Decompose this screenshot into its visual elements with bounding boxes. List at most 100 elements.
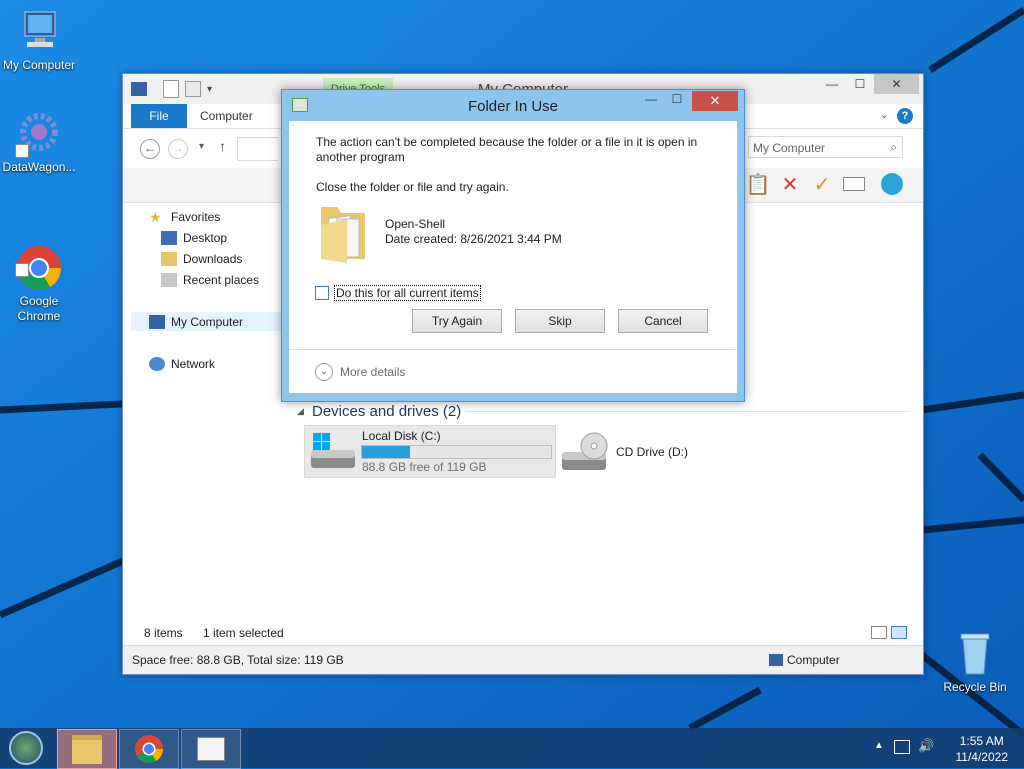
desktop-icon-google-chrome[interactable]: Google Chrome (0, 214, 78, 339)
desktop-icon-my-computer[interactable]: My Computer (0, 8, 78, 73)
shortcut-arrow-icon (15, 144, 29, 158)
maximize-button[interactable]: ☐ (664, 92, 690, 110)
dialog-divider (289, 349, 737, 350)
drive-usage-fill (362, 446, 410, 458)
minimize-button[interactable]: — (638, 92, 664, 110)
drive-tile-c[interactable]: Local Disk (C:) 88.8 GB free of 119 GB (304, 425, 556, 478)
downloads-icon (161, 252, 177, 266)
taskbar-google-chrome[interactable] (119, 729, 179, 769)
delete-icon[interactable]: ✕ (777, 171, 803, 197)
network-icon[interactable] (894, 740, 910, 754)
group-header-devices[interactable]: Devices and drives (2) (312, 403, 461, 420)
drive-free-space: 88.8 GB free of 119 GB (362, 460, 487, 474)
clock[interactable]: 1:55 AM 11/4/2022 (956, 733, 1009, 765)
address-bar[interactable] (237, 137, 278, 161)
nav-desktop[interactable]: Desktop (161, 229, 227, 247)
tiles-view-icon[interactable] (891, 626, 907, 639)
tab-computer[interactable]: Computer (200, 109, 253, 123)
apply-all-checkbox[interactable] (315, 286, 329, 300)
desktop-icon-label: DataWagon... (2, 160, 76, 174)
checkmark-icon[interactable]: ✓ (809, 171, 835, 197)
computer-icon (15, 8, 63, 56)
search-input[interactable]: My Computer (748, 136, 903, 158)
selected-count: 1 item selected (203, 626, 284, 640)
star-icon: ★ (149, 209, 162, 225)
rename-icon[interactable] (841, 171, 867, 197)
help-icon[interactable]: ? (897, 108, 913, 124)
taskbar-app-window[interactable] (181, 729, 241, 769)
desktop-icon-label: Google Chrome (17, 294, 61, 323)
forward-button[interactable]: → (168, 139, 188, 159)
clipboard-icon[interactable]: 📋 (745, 171, 771, 197)
item-info: Open-Shell Date created: 8/26/2021 3:44 … (385, 217, 562, 247)
dialog-message: The action can't be completed because th… (316, 135, 698, 164)
desktop-icon-label: My Computer (2, 58, 76, 72)
nav-network[interactable]: Network (149, 355, 215, 373)
group-divider (465, 411, 911, 412)
taskbar-file-explorer[interactable] (57, 729, 117, 769)
nav-my-computer[interactable]: My Computer (149, 313, 243, 331)
nav-label: My Computer (171, 315, 244, 329)
up-arrow-icon[interactable]: ↑ (219, 138, 226, 154)
desktop-icon (161, 231, 177, 245)
hard-drive-icon (309, 432, 357, 475)
maximize-button[interactable]: ☐ (846, 74, 874, 94)
recycle-bin-icon (951, 630, 999, 678)
clock-date: 11/4/2022 (955, 750, 1009, 764)
computer-icon (769, 654, 783, 666)
collapse-group-icon[interactable]: ◢ (297, 406, 304, 417)
nav-favorites[interactable]: ★ Favorites (149, 208, 220, 226)
item-date-created: Date created: 8/26/2021 3:44 PM (385, 232, 562, 246)
start-button[interactable] (0, 729, 52, 767)
window-controls: — ☐ ✕ (818, 74, 919, 94)
chevron-down-icon: ⌄ (315, 363, 333, 381)
tab-file[interactable]: File (131, 104, 187, 128)
computer-icon (149, 315, 165, 329)
folder-in-use-dialog[interactable]: Folder In Use — ☐ ✕ The action can't be … (281, 89, 745, 402)
chrome-icon (135, 735, 163, 763)
more-details-toggle[interactable]: ⌄ More details (315, 363, 405, 381)
minimize-button[interactable]: — (818, 74, 846, 94)
window-icon (197, 737, 225, 761)
try-again-button[interactable]: Try Again (412, 309, 502, 333)
taskbar: ▲ 🔊 1:55 AM 11/4/2022 (0, 728, 1024, 769)
item-count: 8 items (144, 626, 183, 640)
nav-downloads[interactable]: Downloads (161, 250, 242, 268)
nav-recent-places[interactable]: Recent places (161, 271, 259, 289)
desktop-icon-label: Recycle Bin (943, 680, 1007, 694)
cancel-button[interactable]: Cancel (618, 309, 708, 333)
search-icon[interactable]: ⌕ (890, 140, 897, 155)
volume-icon[interactable]: 🔊 (918, 738, 934, 754)
system-tray: ▲ 🔊 1:55 AM 11/4/2022 (874, 728, 1024, 768)
network-icon (149, 357, 165, 371)
desktop-icon-recycle-bin[interactable]: Recycle Bin (936, 630, 1014, 695)
drive-usage-bar (361, 445, 552, 459)
chevron-down-icon[interactable]: ⌄ (880, 108, 889, 121)
start-orb-icon (9, 731, 43, 765)
apply-all-checkbox-row[interactable]: Do this for all current items (315, 285, 481, 301)
dialog-instruction: Close the folder or file and try again. (316, 180, 509, 194)
drive-name: Local Disk (C:) (362, 429, 441, 443)
gear-icon (15, 110, 63, 158)
nav-label: Desktop (183, 231, 228, 245)
chrome-icon (15, 229, 63, 290)
desktop-icon-datawagon[interactable]: DataWagon... (0, 110, 78, 175)
nav-label: Favorites (171, 210, 221, 224)
drive-tile-d[interactable]: CD Drive (D:) (560, 428, 720, 476)
folder-icon (317, 197, 369, 268)
shell-icon[interactable] (879, 171, 905, 197)
chevron-down-icon[interactable]: ▾ (199, 141, 204, 152)
close-button[interactable]: ✕ (874, 74, 919, 94)
space-info: Space free: 88.8 GB, Total size: 119 GB (132, 653, 344, 667)
skip-button[interactable]: Skip (515, 309, 605, 333)
recent-places-icon (161, 273, 177, 287)
dialog-body: The action can't be completed because th… (289, 121, 737, 393)
dialog-close-button[interactable]: ✕ (692, 91, 738, 111)
clock-time: 1:55 AM (959, 734, 1004, 748)
navigation-pane: ★ Favorites Desktop Downloads Recent pla… (123, 204, 289, 616)
group-title: Devices and drives (2) (312, 403, 462, 420)
back-button[interactable]: ← (140, 139, 160, 159)
checkbox-label[interactable]: Do this for all current items (334, 285, 481, 301)
chevron-up-icon[interactable]: ▲ (874, 740, 884, 751)
details-view-icon[interactable] (871, 626, 887, 639)
